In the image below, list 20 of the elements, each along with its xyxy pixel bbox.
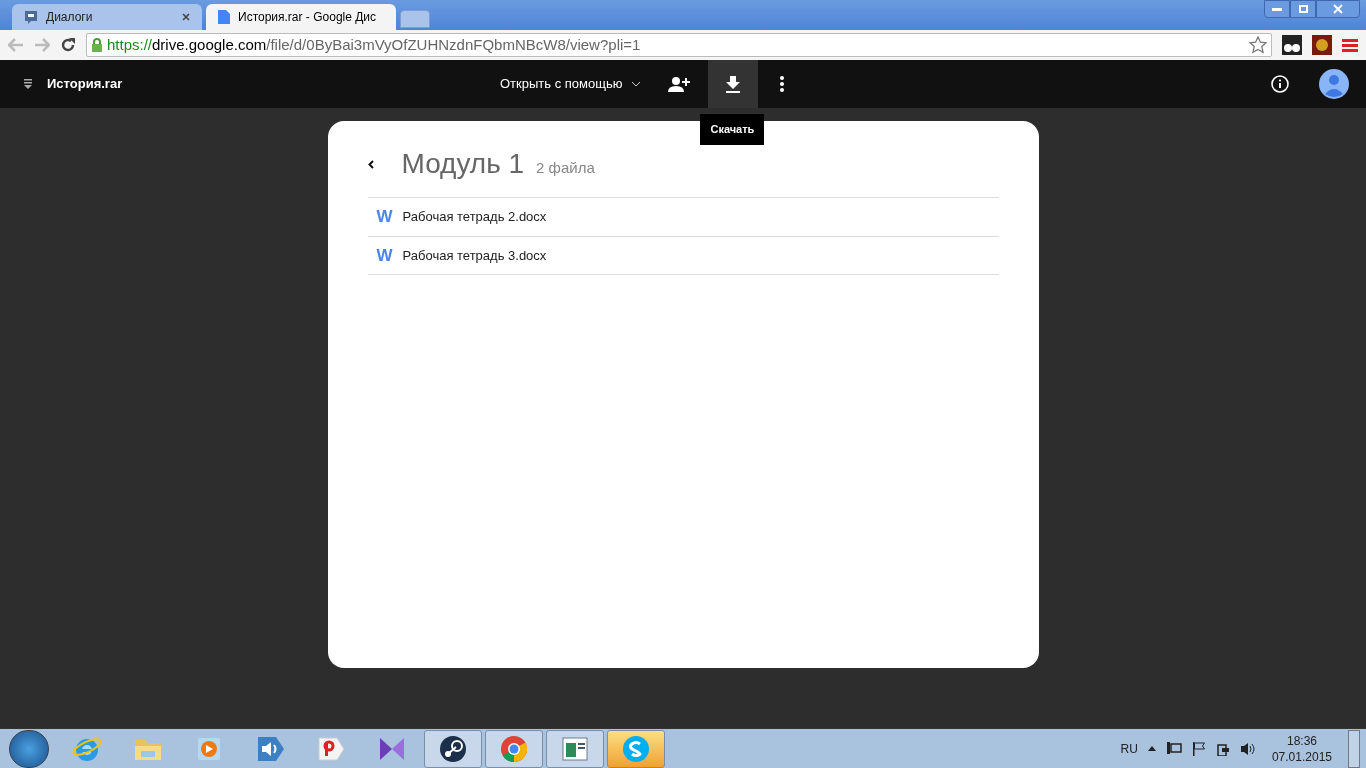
open-with-button[interactable]: Открыть с помощью	[500, 74, 641, 94]
file-name: Рабочая тетрадь 2.docx	[402, 208, 547, 227]
folder-title: Модуль 1	[401, 147, 525, 181]
clock-time: 18:36	[1286, 732, 1317, 749]
browser-tab[interactable]: История.rar - Google Дис	[206, 4, 396, 30]
tab-title: Диалоги	[46, 9, 94, 26]
file-row[interactable]: W Рабочая тетрадь 2.docx	[367, 197, 999, 236]
url-text: https://drive.google.com/file/d/0ByBai3mVyOfZUHNzdnFQbmNBcW8/view?pli=1	[107, 34, 642, 55]
tab-title: История.rar - Google Дис	[238, 9, 377, 26]
file-count: 2 файла	[536, 158, 595, 178]
word-icon: W	[376, 242, 393, 269]
file-row[interactable]: W Рабочая тетрадь 3.docx	[367, 236, 999, 275]
language-indicator[interactable]: RU	[1120, 739, 1138, 758]
file-name: История.rar	[47, 75, 123, 94]
word-icon: W	[376, 204, 393, 230]
address-bar[interactable]: https://drive.google.com/file/d/0ByBai3mVyOfZUHNzdnFQbmNBcW8/view?pli=1	[86, 33, 1272, 57]
clock-date: 07.01.2015	[1271, 748, 1332, 765]
tooltip: Скачать	[700, 114, 765, 145]
browser-tab[interactable]: Диалоги	[12, 4, 202, 30]
file-name: Рабочая тетрадь 3.docx	[402, 246, 547, 265]
